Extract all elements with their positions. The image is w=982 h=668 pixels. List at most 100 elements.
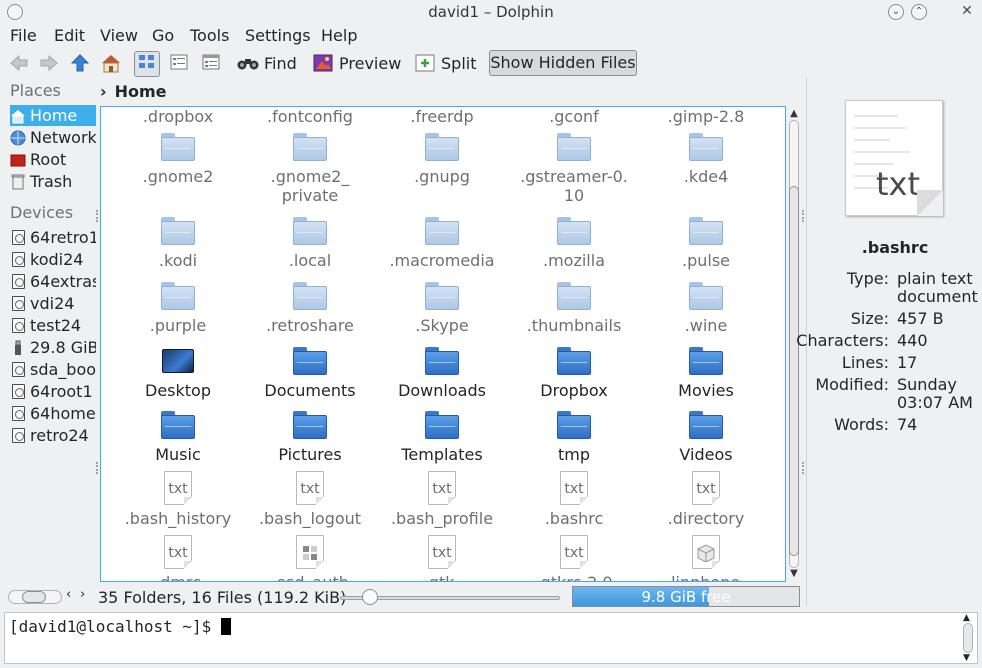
home-button[interactable] (100, 50, 122, 76)
file-item[interactable]: .wine (640, 278, 772, 335)
device-item[interactable]: 64home (10, 403, 96, 424)
file-item[interactable]: .gnome2_ private (244, 129, 376, 205)
show-hidden-files-button[interactable]: Show Hidden Files (489, 50, 637, 76)
find-button[interactable]: Find (237, 50, 297, 76)
forward-button[interactable] (38, 50, 60, 76)
menu-help[interactable]: Help (321, 26, 357, 45)
hscroll-right-icon[interactable]: › (80, 587, 85, 602)
places-item-network[interactable]: Network (10, 127, 96, 148)
file-item[interactable]: .freerdp (376, 107, 508, 126)
device-item[interactable]: 64extras (10, 271, 96, 292)
minimize-button[interactable]: ⌄ (888, 4, 904, 20)
file-item[interactable]: Videos (640, 407, 772, 464)
menu-view[interactable]: View (100, 26, 138, 45)
back-button[interactable] (8, 50, 30, 76)
file-item[interactable]: .macromedia (376, 213, 508, 270)
file-item[interactable]: .retroshare (244, 278, 376, 335)
file-item[interactable]: txt .gtk- (376, 535, 508, 581)
scroll-down-icon[interactable]: ▼ (788, 568, 800, 580)
file-item[interactable]: .local (244, 213, 376, 270)
terminal-scrollbar[interactable]: ▲ ▼ (961, 613, 975, 663)
breadcrumb-home[interactable]: Home (115, 82, 167, 101)
splitter-handle[interactable] (802, 210, 804, 222)
file-item[interactable]: txt .bash_profile (376, 471, 508, 528)
file-item[interactable]: txt .directory (640, 471, 772, 528)
menu-go[interactable]: Go (152, 26, 174, 45)
file-item[interactable]: .Skype (376, 278, 508, 335)
device-item[interactable]: 64retro1 (10, 227, 96, 248)
terminal-panel[interactable]: [david1@localhost ~]$ ▲ ▼ (4, 612, 978, 664)
file-item[interactable]: Documents (244, 343, 376, 400)
device-item[interactable]: 29.8 GiB (10, 337, 96, 358)
file-item[interactable]: txt .bash_history (112, 471, 244, 528)
file-item[interactable]: Movies (640, 343, 772, 400)
splitter-handle[interactable] (96, 462, 98, 474)
terminal-scroll-up-icon[interactable]: ▲ (963, 613, 970, 623)
device-item[interactable]: 64root1 (10, 381, 96, 402)
file-view[interactable]: .dropbox .fontconfig .freerdp .gconf .gimp-2… (100, 106, 786, 582)
compact-view-button[interactable] (166, 51, 192, 77)
preview-button[interactable]: Preview (312, 50, 401, 76)
splitter-handle[interactable] (802, 462, 804, 474)
up-button[interactable] (69, 50, 91, 76)
places-item-home[interactable]: Home (10, 105, 96, 126)
places-item-trash[interactable]: Trash (10, 171, 96, 192)
file-item[interactable]: .gnupg (376, 129, 508, 186)
file-item[interactable]: Templates (376, 407, 508, 464)
file-item[interactable]: .gimp-2.8 (640, 107, 772, 126)
device-item[interactable]: vdi24 (10, 293, 96, 314)
scroll-thumb[interactable] (789, 186, 799, 556)
places-horizontal-scrollbar[interactable]: ‹ › (8, 587, 90, 604)
file-item[interactable]: .linphone- (640, 535, 772, 581)
terminal-scroll-down-icon[interactable]: ▼ (963, 653, 970, 663)
menu-edit[interactable]: Edit (54, 26, 85, 45)
scroll-up-icon[interactable]: ▲ (788, 108, 800, 120)
file-item[interactable]: .thumbnails (508, 278, 640, 335)
file-item[interactable]: txt .gtkrc-2.0 (508, 535, 640, 581)
hscroll-left-icon[interactable]: ‹ (66, 587, 71, 602)
split-button[interactable]: Split (414, 50, 476, 76)
places-item-label: Home (30, 106, 78, 125)
preview-type-text: txt (876, 165, 921, 203)
folder-icon (555, 213, 593, 247)
file-item[interactable]: txt .bashrc (508, 471, 640, 528)
file-item[interactable]: .dropbox (112, 107, 244, 126)
file-item[interactable]: .purple (112, 278, 244, 335)
file-item[interactable]: Desktop (112, 343, 244, 400)
device-item[interactable]: sda_boot (10, 359, 96, 380)
maximize-button[interactable]: ⌃ (911, 4, 927, 20)
file-item[interactable]: tmp (508, 407, 640, 464)
device-item[interactable]: kodi24 (10, 249, 96, 270)
details-view-button[interactable] (198, 51, 224, 77)
file-item[interactable]: .esd_auth (244, 535, 376, 581)
file-item[interactable]: txt .dmrc (112, 535, 244, 581)
file-item[interactable]: .kde4 (640, 129, 772, 186)
menu-settings[interactable]: Settings (245, 26, 311, 45)
file-item[interactable]: Downloads (376, 343, 508, 400)
file-item[interactable]: .gconf (508, 107, 640, 126)
file-item[interactable]: txt .bash_logout (244, 471, 376, 528)
file-item[interactable]: Dropbox (508, 343, 640, 400)
hscroll-thumb[interactable] (22, 591, 46, 603)
file-item[interactable]: .mozilla (508, 213, 640, 270)
file-item[interactable]: Music (112, 407, 244, 464)
file-item[interactable]: .pulse (640, 213, 772, 270)
file-name: .freerdp (410, 107, 474, 126)
file-item[interactable]: .kodi (112, 213, 244, 270)
zoom-slider-handle[interactable] (362, 589, 378, 605)
breadcrumb-arrow-icon[interactable]: › (100, 82, 107, 101)
file-item[interactable]: .gstreamer-0. 10 (508, 129, 640, 205)
terminal-scroll-track[interactable] (963, 623, 973, 653)
icons-view-button[interactable] (134, 51, 160, 77)
menu-tools[interactable]: Tools (190, 26, 229, 45)
menu-file[interactable]: File (10, 26, 37, 45)
places-item-root[interactable]: Root (10, 149, 96, 170)
file-item[interactable]: Pictures (244, 407, 376, 464)
file-item[interactable]: .gnome2 (112, 129, 244, 186)
close-button[interactable]: ✕ (959, 4, 975, 20)
file-name: .wine (684, 316, 728, 335)
device-item[interactable]: test24 (10, 315, 96, 336)
splitter-handle[interactable] (96, 210, 98, 222)
device-item[interactable]: retro24 (10, 425, 96, 446)
file-item[interactable]: .fontconfig (244, 107, 376, 126)
